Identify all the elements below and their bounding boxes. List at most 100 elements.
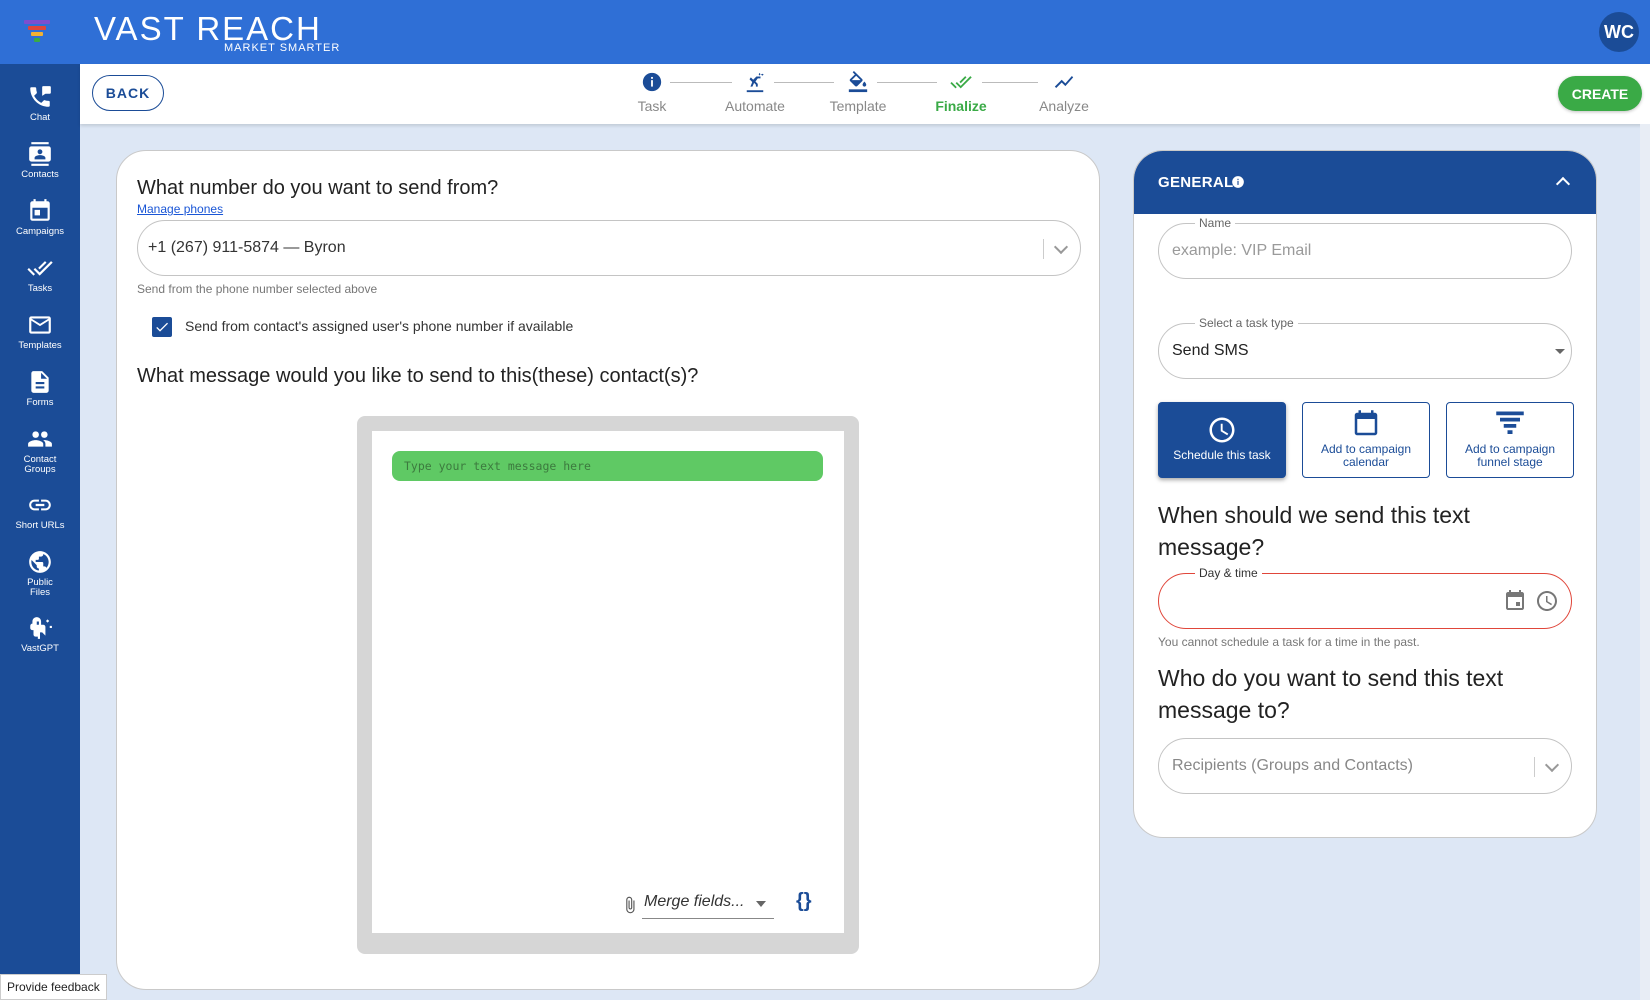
sidebar-item-templates[interactable]: Templates [0,312,80,351]
scrollbar[interactable] [1640,124,1650,1000]
clock-icon[interactable] [1535,589,1559,613]
info-icon[interactable] [1231,175,1245,189]
step-label: Template [829,98,887,114]
sidebar-item-contacts[interactable]: Contacts [0,141,80,180]
globe-icon [29,551,51,573]
clock-icon [1209,417,1235,443]
manage-phones-link[interactable]: Manage phones [137,202,223,216]
sidebar-item-contact-groups[interactable]: Contact Groups [0,426,80,475]
sidebar-item-campaigns[interactable]: Campaigns [0,198,80,237]
when-title: When should we send this text message? [1158,502,1470,560]
chevron-down-icon[interactable] [1053,239,1069,255]
sidebar-item-vastgpt[interactable]: VastGPT [0,615,80,654]
add-to-funnel-button[interactable]: Add to campaign funnel stage [1446,402,1574,478]
option-label: Schedule this task [1173,448,1271,462]
name-input[interactable]: Name example: VIP Email [1158,216,1572,279]
assigned-user-checkbox[interactable] [152,317,172,337]
general-header[interactable]: GENERAL [1134,151,1596,214]
message-title: What message would you like to send to t… [137,365,699,387]
send-from-helper: Send from the phone number selected abov… [137,282,378,296]
forms-icon [31,371,49,393]
message-card: What number do you want to send from? Ma… [116,150,1100,990]
sidebar-item-label: Public Files [27,577,53,598]
assigned-user-label: Send from contact's assigned user's phon… [185,318,574,334]
double-check-icon [950,76,972,89]
chevron-up-icon[interactable] [1555,176,1571,192]
day-time-input[interactable]: Day & time [1158,566,1572,629]
step-template[interactable]: Template [818,71,898,114]
task-type-select[interactable]: Select a task type Send SMS [1158,316,1572,379]
step-label: Task [637,98,667,114]
phone-number-select[interactable]: +1 (267) 911-5874 — Byron [137,220,1081,276]
step-analyze[interactable]: Analyze [1024,71,1104,114]
trend-icon [1054,76,1074,88]
back-button[interactable]: BACK [92,75,164,111]
contacts-icon [29,142,51,166]
paperclip-icon[interactable] [621,893,639,917]
step-label: Automate [725,98,785,114]
sidebar-item-public-files[interactable]: Public Files [0,549,80,598]
recipients-select[interactable]: Recipients (Groups and Contacts) [1158,738,1572,794]
top-bar: VAST REACH MARKET SMARTER WC [0,0,1650,64]
checkmark-icon [156,322,168,332]
general-title: GENERAL [1158,174,1234,191]
braces-icon[interactable]: {} [796,890,812,913]
create-button[interactable]: CREATE [1558,76,1642,111]
stepper-bar: BACK Task Automate Template Finalize Ana… [80,64,1650,124]
merge-fields-select[interactable]: Merge fields... [642,887,774,919]
send-from-title: What number do you want to send from? [137,177,499,199]
user-avatar[interactable]: WC [1599,12,1639,52]
schedule-task-button[interactable]: Schedule this task [1158,402,1286,478]
chevron-down-icon[interactable] [1544,757,1560,773]
paint-bucket-icon [848,71,868,93]
chat-icon [30,86,51,107]
funnel-logo-icon[interactable] [22,18,52,46]
link-icon [29,499,51,511]
calendar-icon [1354,410,1378,436]
templates-icon [29,316,51,334]
step-finalize[interactable]: Finalize [921,71,1001,114]
phone-screen: Type your text message here Merge fields… [372,431,844,933]
who-title: Who do you want to send this text messag… [1158,665,1504,723]
task-type-label: Select a task type [1195,316,1298,330]
step-label: Finalize [935,98,987,114]
option-label: Add to campaign calendar [1320,442,1412,469]
sidebar: Chat Contacts Campaigns Tasks Templates … [0,64,80,1000]
sidebar-item-label: Contacts [21,169,59,180]
sidebar-item-label: Campaigns [15,226,65,237]
brand-logo[interactable]: VAST REACH MARKET SMARTER [94,10,339,55]
name-placeholder: example: VIP Email [1172,242,1312,259]
sidebar-item-label: Short URLs [15,520,65,531]
provide-feedback-button[interactable]: Provide feedback [0,974,107,1000]
calendar-icon[interactable] [1503,589,1527,613]
name-label: Name [1195,216,1236,230]
add-to-calendar-button[interactable]: Add to campaign calendar [1302,402,1430,478]
campaigns-icon [30,199,50,221]
select-divider [1043,239,1044,259]
sidebar-item-chat[interactable]: Chat [0,84,80,123]
message-input[interactable]: Type your text message here [392,451,823,481]
sidebar-item-label: Contact Groups [23,454,57,475]
sidebar-item-label: Forms [26,397,54,408]
brand-tagline: MARKET SMARTER [224,42,341,54]
sidebar-item-short-urls[interactable]: Short URLs [0,492,80,531]
sidebar-item-label: Chat [29,112,51,123]
tasks-icon [27,261,53,276]
general-card: GENERAL Name example: VIP Email Select a… [1133,150,1597,838]
merge-fields-placeholder: Merge fields... [644,893,745,910]
option-label: Add to campaign funnel stage [1464,442,1556,469]
sidebar-item-label: VastGPT [21,643,59,654]
caret-down-icon [756,901,766,907]
caret-down-icon [1555,349,1565,354]
step-automate[interactable]: Automate [715,71,795,114]
sidebar-item-forms[interactable]: Forms [0,369,80,408]
step-label: Analyze [1039,98,1089,114]
brand-name: VAST REACH [94,10,322,47]
selected-phone: +1 (267) 911-5874 — Byron [148,239,346,256]
phone-preview-frame: Type your text message here Merge fields… [357,416,859,954]
info-icon [642,72,662,92]
sidebar-item-tasks[interactable]: Tasks [0,255,80,294]
select-divider [1534,757,1535,777]
funnel-icon [1496,411,1524,434]
step-task[interactable]: Task [612,71,692,114]
